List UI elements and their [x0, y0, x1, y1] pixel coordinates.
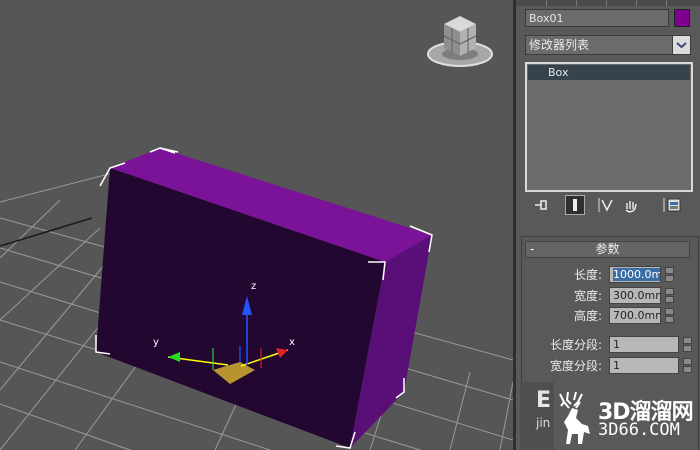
parameters-rollout-header[interactable]: - 参数 — [525, 241, 690, 258]
gizmo-x-label: x — [289, 337, 295, 348]
width-input[interactable]: 300.0mm — [609, 287, 661, 304]
make-unique-icon[interactable] — [597, 195, 617, 215]
length-input[interactable]: 1000.0mm — [609, 266, 661, 283]
panel-tabs[interactable] — [516, 0, 700, 6]
length-label: 长度: — [573, 268, 602, 282]
width-segs-spinner[interactable] — [683, 358, 692, 373]
pin-stack-icon[interactable] — [531, 195, 551, 215]
viewcube-icon[interactable] — [424, 12, 496, 70]
deer-logo-icon — [559, 391, 590, 444]
height-label: 高度: — [573, 309, 602, 323]
modifier-stack[interactable]: Box — [525, 62, 693, 192]
width-segs-label: 宽度分段: — [549, 359, 602, 373]
show-end-result-icon[interactable] — [565, 195, 585, 215]
width-param-row: 宽度: 300.0mm — [522, 287, 698, 305]
remove-modifier-icon[interactable] — [621, 195, 641, 215]
gizmo-z-label: z — [251, 281, 257, 292]
watermark-backdrop: E jin — [520, 382, 554, 450]
modifier-list-label: 修改器列表 — [529, 38, 590, 52]
rollout-title: 参数 — [595, 242, 620, 256]
length-segs-label: 长度分段: — [549, 338, 602, 352]
height-param-row: 高度: 700.0mm — [522, 307, 698, 325]
box01-mesh[interactable] — [95, 147, 433, 449]
stack-toolbar — [525, 193, 691, 217]
modifier-list-dropdown[interactable]: 修改器列表 — [525, 35, 691, 55]
height-input[interactable]: 700.0mm — [609, 307, 661, 324]
watermark-jin-fragment-icon: jin — [536, 416, 551, 430]
width-segs-input[interactable]: 1 — [609, 357, 679, 374]
length-param-row: 长度: 1000.0mm — [522, 266, 698, 284]
width-spinner[interactable] — [665, 288, 674, 303]
length-segs-spinner[interactable] — [683, 337, 692, 352]
object-color-swatch[interactable] — [674, 9, 690, 27]
watermark: 3D溜溜网 3D66.COM — [550, 384, 700, 450]
width-label: 宽度: — [573, 289, 602, 303]
perspective-viewport[interactable]: z y x — [0, 0, 513, 450]
length-segs-param-row: 长度分段: 1 — [522, 336, 698, 354]
watermark-brand-en: 3D66.COM — [598, 420, 680, 440]
stack-item-box[interactable]: Box — [528, 65, 690, 80]
configure-modifier-sets-icon[interactable] — [663, 195, 683, 215]
chevron-down-icon[interactable] — [672, 36, 690, 54]
length-spinner[interactable] — [665, 267, 674, 282]
length-segs-input[interactable]: 1 — [609, 336, 679, 353]
watermark-e-fragment-icon: E — [536, 388, 552, 413]
object-name-field[interactable]: Box01 — [525, 9, 669, 27]
width-segs-param-row: 宽度分段: 1 — [522, 357, 698, 375]
height-spinner[interactable] — [665, 308, 674, 323]
gizmo-y-label: y — [153, 337, 159, 348]
length-value: 1000.0mm — [613, 268, 660, 281]
